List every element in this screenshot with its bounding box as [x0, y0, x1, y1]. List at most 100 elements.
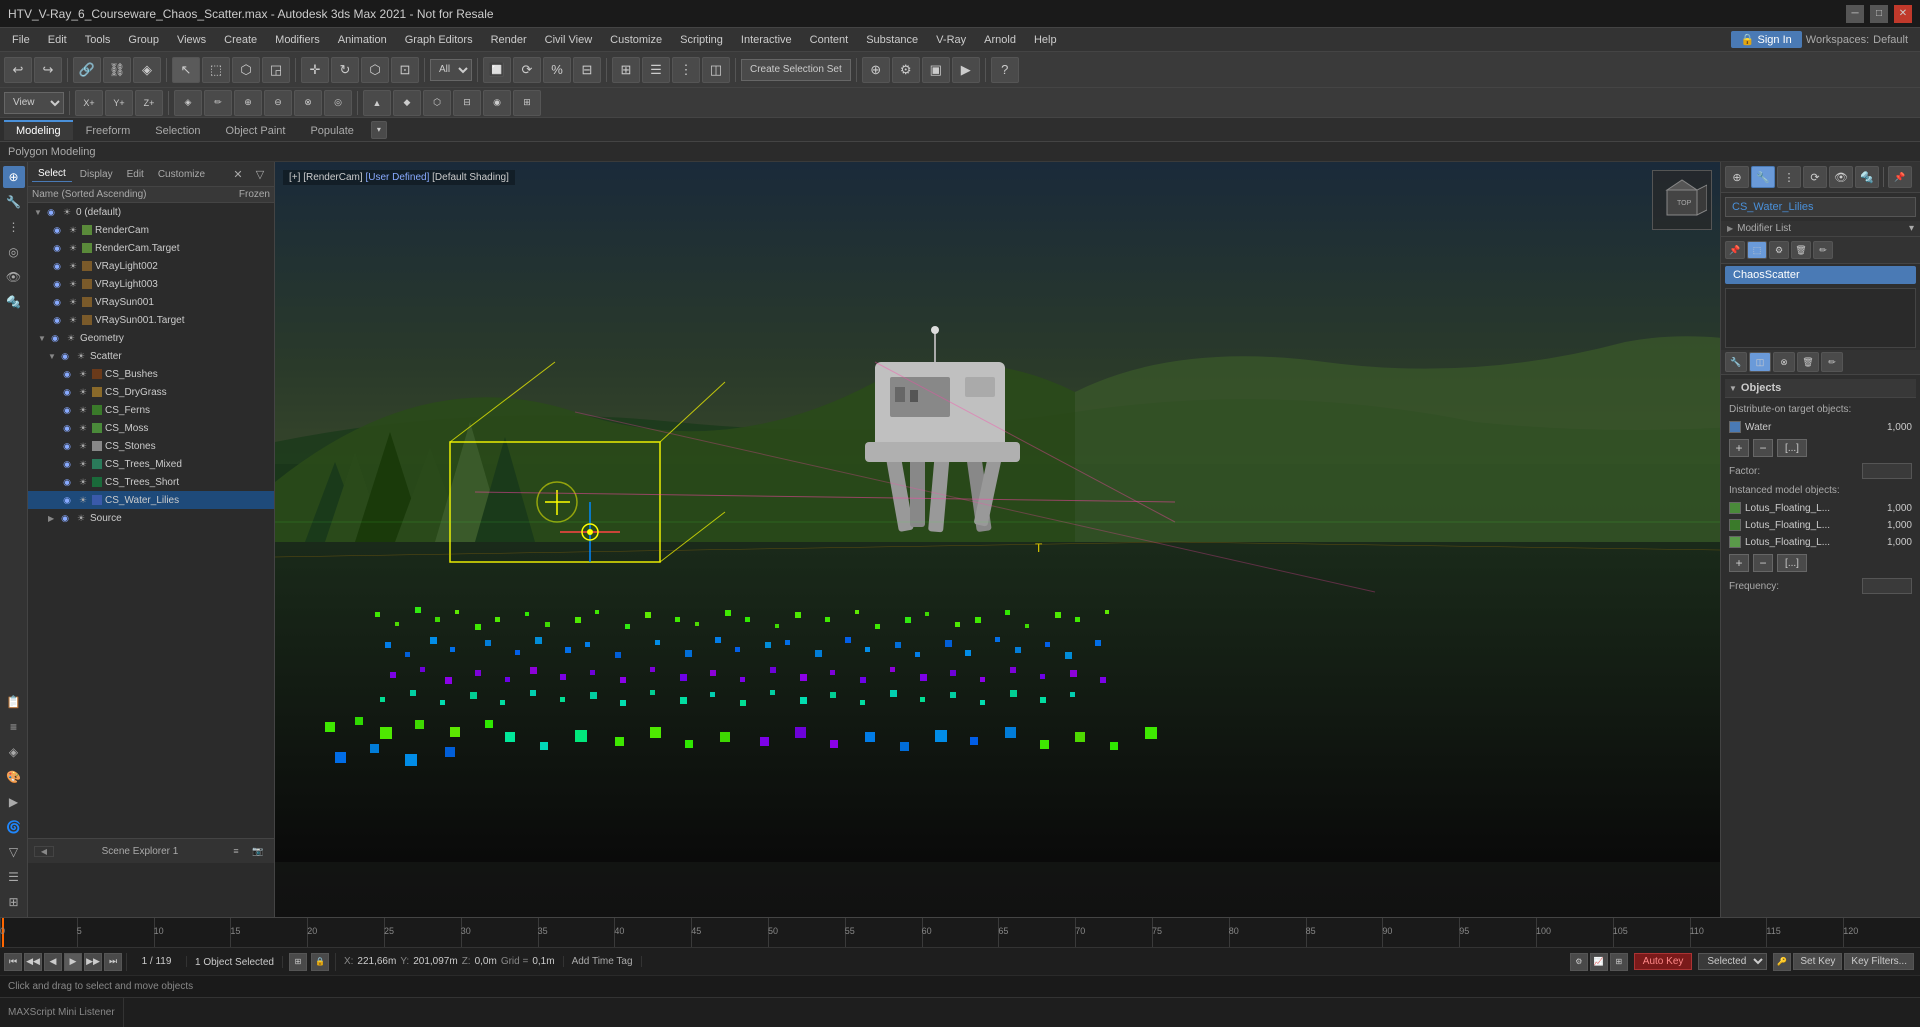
- bevel-btn[interactable]: ◆: [393, 90, 421, 116]
- spinner-snap[interactable]: ⊟: [573, 57, 601, 83]
- tree-container[interactable]: ▼ ◉ ☀ 0 (default) ◉ ☀ RenderCam: [28, 203, 274, 838]
- menu-render[interactable]: Render: [483, 32, 535, 48]
- menu-edit[interactable]: Edit: [40, 32, 75, 48]
- redo-button[interactable]: ↪: [34, 57, 62, 83]
- menu-arnold[interactable]: Arnold: [976, 32, 1024, 48]
- next-frame-button[interactable]: ▶▶: [84, 953, 102, 971]
- align-button[interactable]: ☰: [642, 57, 670, 83]
- menu-substance[interactable]: Substance: [858, 32, 926, 48]
- add-time-tag[interactable]: Add Time Tag: [564, 956, 642, 967]
- auto-key-button[interactable]: Auto Key: [1634, 953, 1693, 970]
- set-key-button[interactable]: Set Key: [1793, 953, 1842, 970]
- normal-align[interactable]: ◫: [702, 57, 730, 83]
- menu-scripting[interactable]: Scripting: [672, 32, 731, 48]
- ring-sel-btn[interactable]: ◎: [324, 90, 352, 116]
- menu-create[interactable]: Create: [216, 32, 265, 48]
- motion-icon[interactable]: ◎: [3, 241, 25, 263]
- map-icon[interactable]: ☰: [3, 866, 25, 888]
- shrink-sel-btn[interactable]: ⊖: [264, 90, 292, 116]
- move-z-btn[interactable]: Z+: [135, 90, 163, 116]
- tree-item-vraylight003[interactable]: ◉ ☀ VRayLight003: [28, 275, 274, 293]
- viewport[interactable]: [+] [RenderCam] [User Defined] [Default …: [275, 162, 1720, 917]
- tab-modeling[interactable]: Modeling: [4, 120, 73, 140]
- display-icon[interactable]: 👁: [3, 266, 25, 288]
- extra-panel[interactable]: ⊞: [3, 891, 25, 913]
- filter-icon[interactable]: ▽: [3, 841, 25, 863]
- se-layer-icon[interactable]: ≡: [226, 842, 246, 860]
- tree-item-vraysun001-target[interactable]: ◉ ☀ VRaySun001.Target: [28, 311, 274, 329]
- extrude-btn[interactable]: ▲: [363, 90, 391, 116]
- tree-item-geometry[interactable]: ▼ ◉ ☀ Geometry: [28, 329, 274, 347]
- menu-content[interactable]: Content: [802, 32, 857, 48]
- grow-sel-btn[interactable]: ⊕: [234, 90, 262, 116]
- render-setup-button[interactable]: ⚙: [892, 57, 920, 83]
- move-y-btn[interactable]: Y+: [105, 90, 133, 116]
- transform-coord-icon[interactable]: ⊞: [289, 953, 307, 971]
- tab-object-paint[interactable]: Object Paint: [214, 120, 298, 140]
- pct-snap[interactable]: %: [543, 57, 571, 83]
- scroll-left-button[interactable]: ◀: [34, 846, 54, 857]
- create-icon[interactable]: ⊕: [3, 166, 25, 188]
- rotate-button[interactable]: ↻: [331, 57, 359, 83]
- set-key-icon[interactable]: 🔑: [1773, 953, 1791, 971]
- tree-item-source[interactable]: ▶ ◉ ☀ Source: [28, 509, 274, 527]
- menu-views[interactable]: Views: [169, 32, 214, 48]
- tree-item-cs-water-lilies[interactable]: ◉ ☀ CS_Water_Lilies: [28, 491, 274, 509]
- dope-sheet[interactable]: ⊞: [1610, 953, 1628, 971]
- mod-icon-pin[interactable]: 📌: [1725, 241, 1745, 259]
- utilities-panel-btn[interactable]: 🔩: [1855, 166, 1879, 188]
- display-panel-btn[interactable]: 👁: [1829, 166, 1853, 188]
- modify-panel-btn[interactable]: 🔧: [1751, 166, 1775, 188]
- viewport-dropdown[interactable]: View: [4, 92, 64, 114]
- named-sel-button[interactable]: ⊕: [862, 57, 890, 83]
- link-button[interactable]: 🔗: [73, 57, 101, 83]
- play-back-button[interactable]: ◀: [44, 953, 62, 971]
- tree-item-scatter[interactable]: ▼ ◉ ☀ Scatter: [28, 347, 274, 365]
- tree-item-0-default[interactable]: ▼ ◉ ☀ 0 (default): [28, 203, 274, 221]
- close-button[interactable]: ✕: [1894, 5, 1912, 23]
- time-config-btn[interactable]: ⚙: [1570, 953, 1588, 971]
- modifier-list-dropdown[interactable]: ▾: [1909, 223, 1914, 234]
- signin-button[interactable]: 🔒 Sign In: [1731, 31, 1802, 48]
- scale-button[interactable]: ⬡: [361, 57, 389, 83]
- material-icon[interactable]: ◈: [3, 741, 25, 763]
- play-forward-button[interactable]: ▶: [64, 953, 82, 971]
- menu-animation[interactable]: Animation: [330, 32, 395, 48]
- menu-help[interactable]: Help: [1026, 32, 1065, 48]
- menu-vray[interactable]: V-Ray: [928, 32, 974, 48]
- select-region-button[interactable]: ⬚: [202, 57, 230, 83]
- mod-bottom-3[interactable]: ⊗: [1773, 352, 1795, 372]
- next-key-button[interactable]: ⏭: [104, 953, 122, 971]
- selected-dropdown[interactable]: Selected: [1698, 953, 1767, 970]
- mod-icon-edit[interactable]: ✏: [1813, 241, 1833, 259]
- render-button[interactable]: ▶: [952, 57, 980, 83]
- tree-item-cs-ferns[interactable]: ◉ ☀ CS_Ferns: [28, 401, 274, 419]
- tab-freeform[interactable]: Freeform: [74, 120, 143, 140]
- weld-btn[interactable]: ◉: [483, 90, 511, 116]
- undo-button[interactable]: ↩: [4, 57, 32, 83]
- motion-panel-btn[interactable]: ⟳: [1803, 166, 1827, 188]
- menu-customize[interactable]: Customize: [602, 32, 670, 48]
- chamfer-btn[interactable]: ⬡: [423, 90, 451, 116]
- render-frame-button[interactable]: ▣: [922, 57, 950, 83]
- remove-inst-button[interactable]: −: [1753, 554, 1773, 572]
- render-icon[interactable]: 🎨: [3, 766, 25, 788]
- menu-graph-editors[interactable]: Graph Editors: [397, 32, 481, 48]
- angle-snap[interactable]: ⟳: [513, 57, 541, 83]
- se-tab-select[interactable]: Select: [32, 166, 72, 182]
- unlink-button[interactable]: ⛓: [103, 57, 131, 83]
- utilities-icon[interactable]: 🔩: [3, 291, 25, 313]
- expand-target-button[interactable]: [...]: [1777, 439, 1807, 457]
- space-warp-icon[interactable]: 🌀: [3, 816, 25, 838]
- modify-icon[interactable]: 🔧: [3, 191, 25, 213]
- mod-icon-modifier[interactable]: ⬚: [1747, 241, 1767, 259]
- maximize-button[interactable]: □: [1870, 5, 1888, 23]
- anim-icon[interactable]: ▶: [3, 791, 25, 813]
- se-tab-customize[interactable]: Customize: [152, 167, 211, 182]
- bridge-btn[interactable]: ⊟: [453, 90, 481, 116]
- tree-item-cs-trees-mixed[interactable]: ◉ ☀ CS_Trees_Mixed: [28, 455, 274, 473]
- spacing-button[interactable]: ⋮: [672, 57, 700, 83]
- create-panel-btn[interactable]: ⊕: [1725, 166, 1749, 188]
- target-weld-btn[interactable]: ⊞: [513, 90, 541, 116]
- mod-icon-delete[interactable]: 🗑: [1791, 241, 1811, 259]
